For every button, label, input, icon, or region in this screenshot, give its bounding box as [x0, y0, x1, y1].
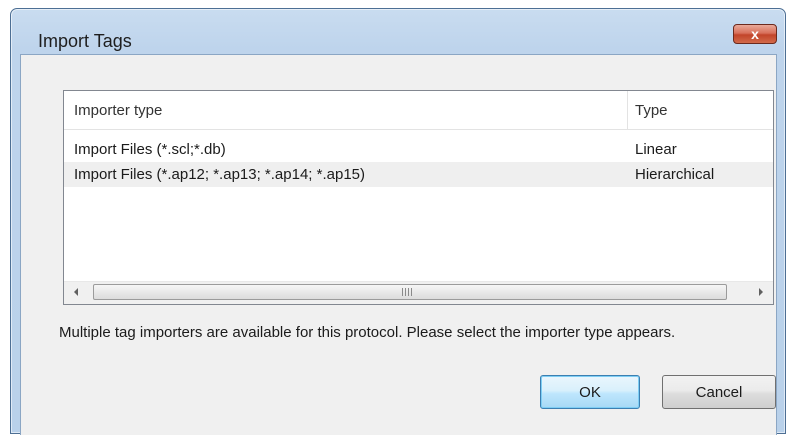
- column-header-type[interactable]: Type: [635, 102, 668, 119]
- importer-type: Linear: [635, 141, 677, 158]
- importer-list[interactable]: Importer type Type Import Files (*.scl;*…: [63, 90, 774, 305]
- scroll-left-arrow-icon[interactable]: [74, 288, 78, 296]
- importer-name: Import Files (*.scl;*.db): [74, 141, 226, 158]
- ok-button[interactable]: OK: [540, 375, 640, 409]
- list-header: Importer type Type: [64, 91, 773, 130]
- list-item[interactable]: Import Files (*.ap12; *.ap13; *.ap14; *.…: [64, 162, 773, 187]
- close-button[interactable]: x: [733, 24, 777, 44]
- horizontal-scrollbar[interactable]: [64, 281, 773, 304]
- list-item[interactable]: Import Files (*.scl;*.db) Linear: [64, 137, 773, 162]
- info-message: Multiple tag importers are available for…: [59, 324, 676, 341]
- cancel-button[interactable]: Cancel: [662, 375, 776, 409]
- scroll-right-arrow-icon[interactable]: [759, 288, 763, 296]
- column-header-importer-type[interactable]: Importer type: [74, 102, 162, 119]
- scrollbar-grip: [402, 288, 414, 296]
- close-icon: x: [751, 26, 759, 42]
- dialog-title: Import Tags: [38, 31, 132, 51]
- column-divider[interactable]: [627, 91, 628, 129]
- importer-type: Hierarchical: [635, 166, 715, 183]
- dialog-body: Importer type Type Import Files (*.scl;*…: [20, 54, 777, 435]
- importer-name: Import Files (*.ap12; *.ap13; *.ap14; *.…: [74, 166, 366, 183]
- import-tags-dialog: Import Tags x Importer type Type Import …: [10, 8, 786, 435]
- scrollbar-thumb[interactable]: [93, 284, 727, 300]
